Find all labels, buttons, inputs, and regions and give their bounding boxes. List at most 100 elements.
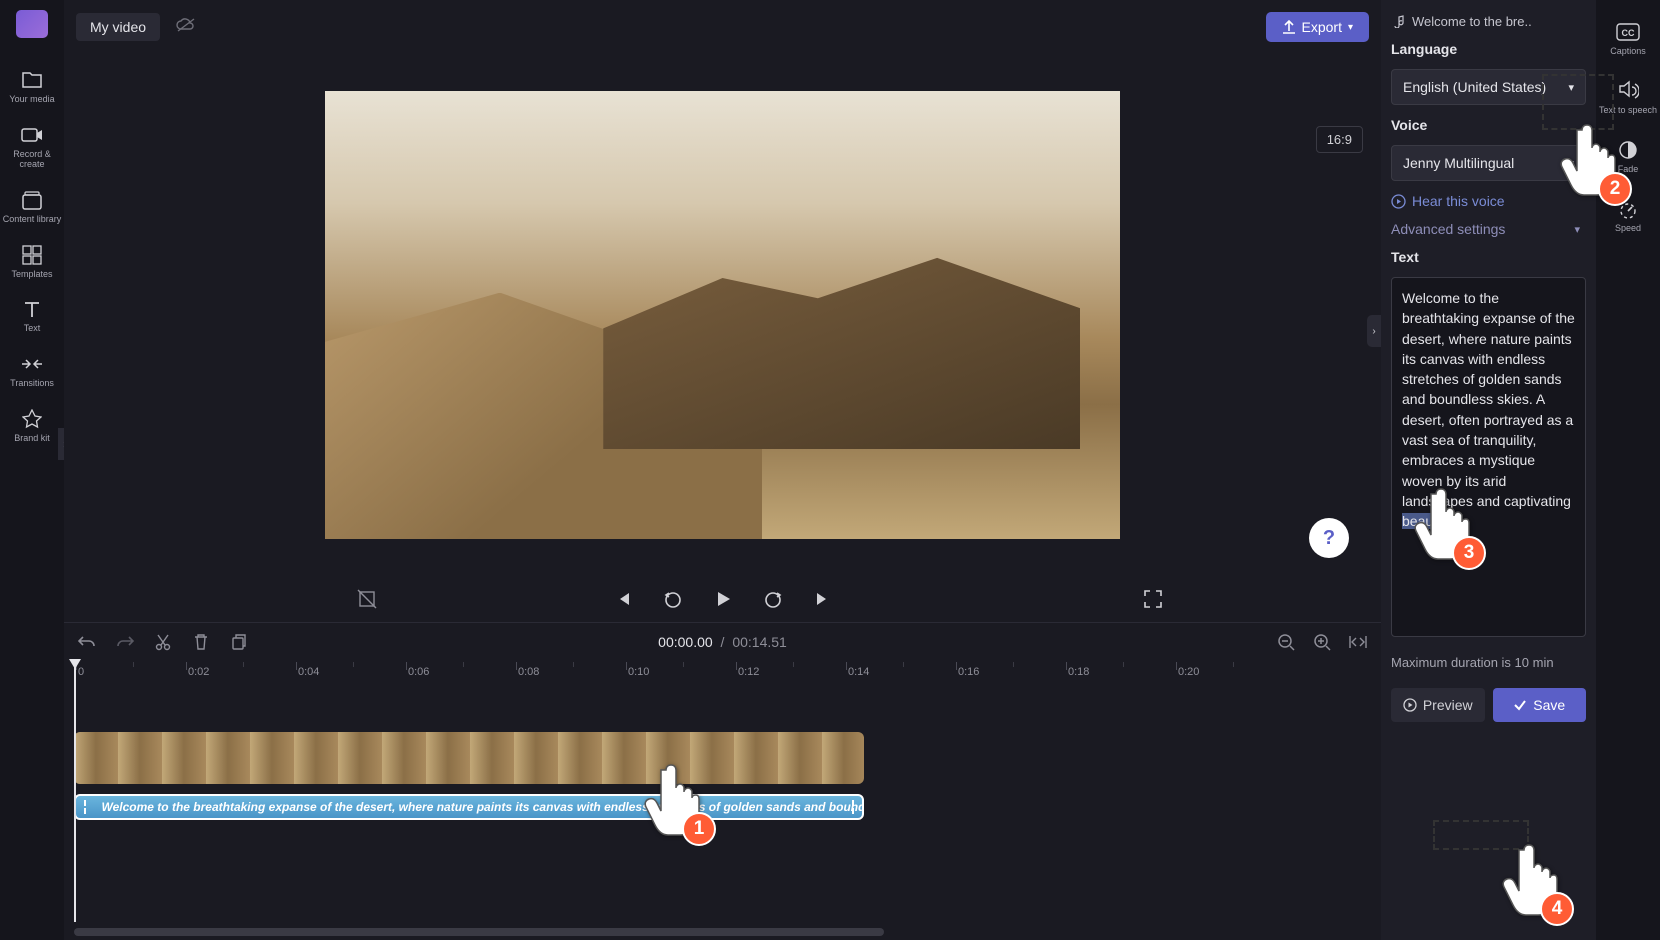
nav-templates[interactable]: Templates	[0, 237, 64, 286]
skip-forward-button[interactable]	[810, 586, 836, 612]
camera-icon	[20, 123, 44, 147]
templates-icon	[20, 243, 44, 267]
text-icon	[20, 297, 44, 321]
delete-button[interactable]	[190, 631, 212, 653]
panel-header: Welcome to the bre..	[1391, 14, 1586, 29]
clip-handle-right[interactable]	[852, 800, 856, 814]
aspect-ratio-button[interactable]: 16:9	[1316, 126, 1363, 153]
timeline-timecode: 00:00.00 / 00:14.51	[658, 634, 787, 650]
nav-brand-kit[interactable]: Brand kit	[0, 401, 64, 450]
zoom-in-button[interactable]	[1311, 631, 1333, 653]
cc-icon: CC	[1616, 20, 1640, 44]
nav-label: Text to speech	[1599, 106, 1657, 116]
nav-label: Content library	[3, 215, 62, 225]
panel-header-text: Welcome to the bre..	[1412, 14, 1532, 29]
ruler-tick: 0:08	[518, 666, 539, 678]
player-controls	[64, 576, 1381, 622]
brand-icon	[20, 407, 44, 431]
play-circle-icon	[1403, 698, 1417, 712]
tts-audio-clip[interactable]: Welcome to the breathtaking expanse of t…	[74, 794, 864, 820]
ruler-tick: 0:20	[1178, 666, 1199, 678]
clip-handle-left[interactable]	[84, 800, 86, 814]
nav-text[interactable]: Text	[0, 291, 64, 340]
nav-captions[interactable]: CC Captions	[1596, 14, 1660, 63]
fit-timeline-button[interactable]	[1347, 631, 1369, 653]
redo-button[interactable]	[114, 631, 136, 653]
selected-text: beauty.	[1402, 513, 1447, 529]
timeline-scrollbar[interactable]	[74, 928, 884, 936]
project-title[interactable]: My video	[76, 13, 160, 41]
timeline-ruler[interactable]: 00:020:040:060:080:100:120:140:160:180:2…	[64, 660, 1381, 690]
right-sidebar: CC Captions Text to speech Fade Speed	[1596, 0, 1660, 940]
top-bar: My video Export ▾	[64, 0, 1381, 54]
skip-back-button[interactable]	[610, 586, 636, 612]
voice-select[interactable]: Jenny Multilingual ▾	[1391, 145, 1586, 181]
tts-icon	[1616, 79, 1640, 103]
export-label: Export	[1302, 19, 1342, 35]
nav-content-library[interactable]: Content library	[0, 182, 64, 231]
video-clip[interactable]	[74, 732, 864, 784]
svg-text:CC: CC	[1622, 28, 1635, 38]
nav-fade[interactable]: Fade	[1596, 132, 1660, 181]
app-logo[interactable]	[16, 10, 48, 38]
hear-voice-button[interactable]: Hear this voice	[1391, 193, 1586, 209]
play-button[interactable]	[710, 586, 736, 612]
fullscreen-button[interactable]	[1140, 586, 1166, 612]
nav-label: Transitions	[10, 379, 54, 389]
speed-icon	[1616, 197, 1640, 221]
language-label: Language	[1391, 41, 1586, 57]
cloud-sync-icon[interactable]	[176, 17, 196, 38]
music-note-icon	[1391, 15, 1404, 28]
nav-label: Fade	[1618, 165, 1639, 175]
playhead[interactable]	[74, 662, 76, 922]
zoom-out-button[interactable]	[1275, 631, 1297, 653]
nav-label: Your media	[9, 95, 54, 105]
tts-text-input[interactable]: Welcome to the breathtaking expanse of t…	[1391, 277, 1586, 637]
text-label: Text	[1391, 249, 1586, 265]
chevron-down-icon: ▾	[1348, 22, 1353, 33]
left-sidebar: Your media Record & create Content libra…	[0, 0, 64, 940]
transitions-icon	[20, 352, 44, 376]
split-button[interactable]	[152, 631, 174, 653]
preview-button[interactable]: Preview	[1391, 688, 1485, 722]
nav-label: Speed	[1615, 224, 1641, 234]
ruler-tick: 0:02	[188, 666, 209, 678]
crop-button[interactable]	[354, 586, 380, 612]
fade-icon	[1616, 138, 1640, 162]
right-panel-toggle[interactable]: ›	[1367, 315, 1381, 347]
ruler-tick: 0:06	[408, 666, 429, 678]
library-icon	[20, 188, 44, 212]
voice-label: Voice	[1391, 117, 1586, 133]
ruler-tick: 0	[78, 666, 84, 678]
advanced-settings-toggle[interactable]: Advanced settings ▾	[1391, 221, 1586, 237]
nav-transitions[interactable]: Transitions	[0, 346, 64, 395]
clip-text: Welcome to the breathtaking expanse of t…	[102, 800, 865, 814]
help-button[interactable]: ?	[1309, 518, 1349, 558]
nav-label: Templates	[11, 270, 52, 280]
text-to-speech-panel: Welcome to the bre.. Language English (U…	[1381, 0, 1596, 940]
nav-record-create[interactable]: Record & create	[0, 117, 64, 176]
chevron-down-icon: ▾	[1568, 81, 1574, 94]
chevron-down-icon: ▾	[1568, 157, 1574, 170]
nav-text-to-speech[interactable]: Text to speech	[1596, 73, 1660, 122]
timeline-tracks: Welcome to the breathtaking expanse of t…	[64, 690, 1381, 940]
upload-icon	[1282, 20, 1296, 34]
preview-section: 16:9 ? ›	[64, 54, 1381, 576]
rewind-button[interactable]	[660, 586, 686, 612]
nav-label: Record & create	[2, 150, 62, 170]
ruler-tick: 0:16	[958, 666, 979, 678]
language-select[interactable]: English (United States) ▾	[1391, 69, 1586, 105]
timeline-toolbar: 00:00.00 / 00:14.51	[64, 622, 1381, 660]
ruler-tick: 0:10	[628, 666, 649, 678]
video-preview[interactable]	[325, 91, 1120, 539]
nav-label: Text	[24, 324, 41, 334]
nav-your-media[interactable]: Your media	[0, 62, 64, 111]
forward-button[interactable]	[760, 586, 786, 612]
nav-label: Brand kit	[14, 434, 50, 444]
chevron-down-icon: ▾	[1574, 223, 1580, 236]
export-button[interactable]: Export ▾	[1266, 12, 1370, 42]
nav-speed[interactable]: Speed	[1596, 191, 1660, 240]
undo-button[interactable]	[76, 631, 98, 653]
duplicate-button[interactable]	[228, 631, 250, 653]
save-button[interactable]: Save	[1493, 688, 1587, 722]
